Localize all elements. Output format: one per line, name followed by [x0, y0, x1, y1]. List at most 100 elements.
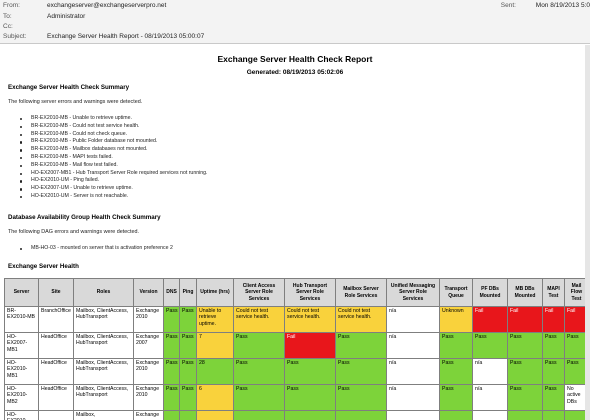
table-cell: BranchOffice [38, 306, 74, 333]
to-address[interactable]: Administrator [47, 12, 85, 22]
column-header: PF DBs Mounted [472, 278, 508, 307]
table-cell: Exchange 2010 [133, 384, 164, 411]
table-cell: Pass [163, 332, 180, 359]
table-cell [386, 410, 440, 420]
health-heading: Exchange Server Health [8, 263, 79, 270]
table-cell: BR-EX2010-MB [4, 306, 39, 333]
column-header: MB DBs Mounted [507, 278, 543, 307]
table-cell: Pass [335, 358, 387, 385]
table-cell: HO-EX2010-MB2 [4, 384, 39, 411]
list-item: BR-EX2010-MB - Public Folder database no… [20, 138, 207, 146]
table-header-row: Server Site Roles Version DNS Ping Uptim… [4, 278, 589, 307]
table-row: HO-EX2010-MB1 HeadOffice Mailbox, Client… [4, 358, 589, 385]
generated-timestamp: Generated: 08/19/2013 05:02:06 [246, 69, 344, 76]
cc-label: Cc: [3, 23, 13, 30]
table-cell [38, 410, 74, 420]
sent-label: Sent: [500, 2, 516, 9]
list-item: HO-EX2007-MB1 - Hub Transport Server Rol… [20, 170, 207, 178]
table-cell: Pass [284, 358, 336, 385]
table-cell [284, 410, 336, 420]
table-cell: Mailbox, [73, 410, 134, 420]
table-cell: Fail [472, 306, 508, 333]
table-cell: Fail [542, 306, 565, 333]
table-cell: Pass [335, 384, 387, 411]
email-header: From: exchangeserver@exchangeserverpro.n… [0, 0, 590, 44]
table-cell: Pass [507, 332, 543, 359]
table-row: HO-EX2007-MB1 HeadOffice Mailbox, Client… [4, 332, 589, 359]
table-cell: n/a [386, 332, 440, 359]
subject-label: Subject: [3, 33, 27, 40]
column-header: Roles [73, 278, 134, 307]
table-cell [335, 410, 387, 420]
table-row: BR-EX2010-MB BranchOffice Mailbox, Clien… [4, 306, 589, 333]
column-header: Site [38, 278, 74, 307]
table-cell: Exchange 2010 [133, 306, 164, 333]
message-body: Exchange Server Health Check Report Gene… [0, 45, 590, 420]
table-cell: Pass [472, 332, 508, 359]
table-cell: Mailbox, ClientAccess, HubTransport [73, 358, 134, 385]
dag-intro: The following DAG errors and warnings we… [8, 229, 139, 235]
table-cell: Fail [284, 332, 336, 359]
table-cell: Pass [179, 332, 197, 359]
table-cell: HO-EX2007-MB1 [4, 332, 39, 359]
column-header: Version [133, 278, 164, 307]
server-health-table: Server Site Roles Version DNS Ping Uptim… [4, 278, 589, 420]
table-cell: Pass [179, 358, 197, 385]
table-cell: Could not test service health. [284, 306, 336, 333]
table-cell [179, 410, 197, 420]
dag-list: MB-HO-03 - mounted on server that is act… [20, 245, 173, 253]
table-cell: n/a [386, 384, 440, 411]
sent-row: Sent: Mon 8/19/2013 5:0 [501, 1, 590, 11]
table-cell: Could not test service health. [335, 306, 387, 333]
table-row: HO-EX2010-MB2 HeadOffice Mailbox, Client… [4, 384, 589, 411]
table-cell: Unable to retrieve uptime. [196, 306, 234, 333]
table-cell: n/a [472, 358, 508, 385]
table-cell [196, 410, 234, 420]
table-cell: Mailbox, ClientAccess, HubTransport [73, 332, 134, 359]
table-cell: Unknown [439, 306, 473, 333]
subject-text: Exchange Server Health Report - 08/19/20… [47, 33, 205, 40]
summary-intro: The following server errors and warnings… [8, 99, 143, 105]
column-header: Hub Transport Server Role Services [284, 278, 336, 307]
column-header: Mailbox Server Role Services [335, 278, 387, 307]
table-row: HO-EX2010- Mailbox, Exchange [4, 410, 589, 420]
table-cell: Pass [507, 384, 543, 411]
column-header: Ping [179, 278, 197, 307]
column-header: Client Access Server Role Services [233, 278, 285, 307]
table-cell: HO-EX2010-MB1 [4, 358, 39, 385]
table-cell: Pass [179, 384, 197, 411]
table-cell: Pass [439, 332, 473, 359]
list-item: HO-EX2010-UM - Ping failed. [20, 177, 207, 185]
from-address[interactable]: exchangeserver@exchangeserverpro.net [47, 1, 166, 11]
table-cell [163, 410, 180, 420]
column-header: Uptime (hrs) [196, 278, 234, 307]
table-cell: HeadOffice [38, 358, 74, 385]
column-header: DNS [163, 278, 180, 307]
table-cell: n/a [386, 358, 440, 385]
table-cell: HeadOffice [38, 332, 74, 359]
table-cell [507, 410, 543, 420]
table-cell: Pass [284, 384, 336, 411]
table-cell: Pass [335, 332, 387, 359]
column-header: Transport Queue [439, 278, 473, 307]
table-cell: Pass [439, 384, 473, 411]
table-cell: Pass [163, 306, 180, 333]
table-cell: Pass [542, 332, 565, 359]
table-cell: Exchange [133, 410, 164, 420]
table-cell: Pass [163, 358, 180, 385]
table-cell [233, 410, 285, 420]
vertical-scrollbar[interactable] [585, 45, 590, 420]
table-cell: Could not test service health. [233, 306, 285, 333]
table-cell: 7 [196, 332, 234, 359]
list-item: BR-EX2010-MB - Mailbox databases not mou… [20, 146, 207, 154]
report-title: Exchange Server Health Check Report [217, 54, 373, 64]
column-header: Unified Messaging Server Role Services [386, 278, 440, 307]
sent-date: Mon 8/19/2013 5:0 [535, 2, 590, 9]
table-cell [439, 410, 473, 420]
table-cell: Mailbox, ClientAccess, HubTransport [73, 384, 134, 411]
list-item: HO-EX2007-UM - Unable to retrieve uptime… [20, 185, 207, 193]
list-item: BR-EX2010-MB - Could not check queue. [20, 131, 207, 139]
from-label: From: [3, 2, 20, 9]
list-item: BR-EX2010-MB - MAPI tests failed. [20, 154, 207, 162]
summary-heading: Exchange Server Health Check Summary [8, 84, 130, 91]
